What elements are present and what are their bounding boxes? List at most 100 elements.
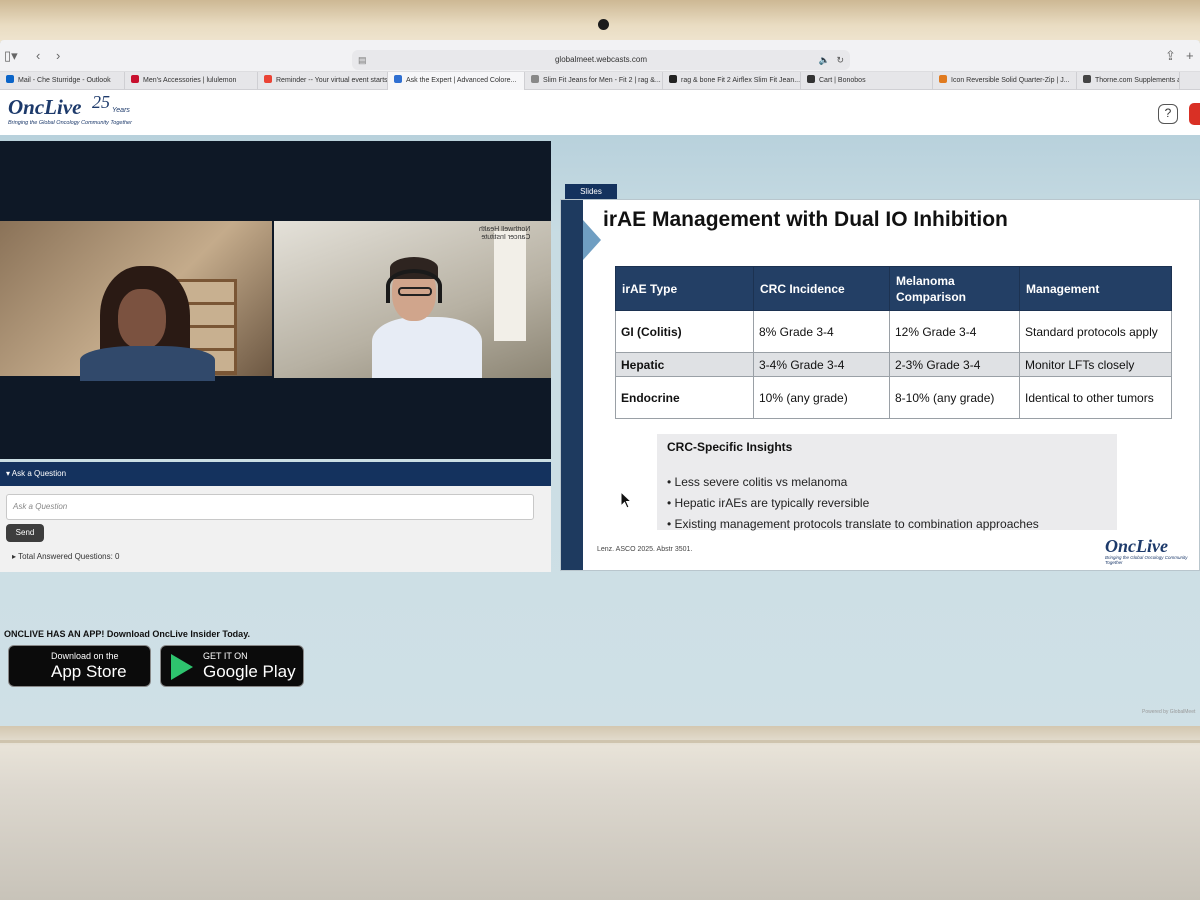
slide-reference: Lenz. ASCO 2025. Abstr 3501.	[597, 546, 693, 553]
column-header: Melanoma Comparison	[889, 266, 1020, 311]
irae-table: irAE Type CRC Incidence Melanoma Compari…	[615, 266, 1172, 419]
table-cell: 3-4% Grade 3-4	[753, 352, 890, 377]
tab-label: Mail - Che Sturridge - Outlook	[18, 77, 111, 84]
share-icon[interactable]: ⇪	[1165, 48, 1176, 64]
powered-by: Powered by GlobalMeet	[1142, 709, 1196, 715]
slide-logo: OncLive Bringing the Global Oncology Com…	[1105, 536, 1199, 565]
new-tab-icon[interactable]: +	[1186, 48, 1194, 63]
question-input[interactable]: Ask a Question	[6, 494, 534, 520]
northwell-logo-line2: Cancer Institute	[481, 234, 531, 241]
url-text: globalmeet.webcasts.com	[554, 55, 648, 64]
pillar	[494, 231, 526, 341]
northwell-logo: Northwell Health Cancer Institute	[479, 226, 530, 242]
slide-logo-wordmark: OncLive	[1105, 536, 1168, 556]
browser-tab[interactable]: Thorne.com Supplements and	[1077, 72, 1180, 90]
logo-wordmark: OncLive	[8, 95, 82, 119]
tab-favicon-icon	[131, 75, 139, 83]
column-header: irAE Type	[615, 266, 754, 311]
tab-label: Reminder -- Your virtual event starts...	[276, 77, 388, 84]
speaker-body	[80, 346, 215, 381]
sidebar-toggle-icon[interactable]: ▯▾	[4, 48, 18, 64]
logo-years-number: 25	[92, 92, 110, 112]
help-button[interactable]: ?	[1158, 104, 1178, 124]
answered-count: 0	[115, 552, 120, 561]
logo-years-label: Years	[112, 107, 130, 114]
google-play-button[interactable]: GET IT ON Google Play	[160, 645, 304, 687]
monitor-chin-edge	[0, 740, 1200, 743]
northwell-logo-line1: Northwell Health	[479, 226, 531, 233]
slide-panel: irAE Management with Dual IO Inhibition …	[560, 199, 1200, 571]
onclive-logo[interactable]: OncLive 25 Years Bringing the Global Onc…	[8, 92, 132, 126]
speaker2-body	[372, 317, 482, 378]
audio-icon[interactable]: 🔈	[819, 50, 830, 70]
table-cell: Endocrine	[615, 376, 754, 419]
tab-label: Men's Accessories | lululemon	[143, 77, 237, 84]
app-store-button[interactable]: Download on the App Store	[8, 645, 151, 687]
tab-favicon-icon	[1083, 75, 1091, 83]
slide-title: irAE Management with Dual IO Inhibition	[603, 208, 1008, 231]
browser-tab[interactable]: Ask the Expert | Advanced Colore...	[388, 72, 525, 90]
monitor-chin	[0, 726, 1200, 900]
browser-tab[interactable]: Men's Accessories | lululemon	[125, 72, 258, 90]
answered-questions-toggle[interactable]: ▸ Total Answered Questions: 0	[12, 552, 120, 561]
send-button[interactable]: Send	[6, 524, 44, 542]
browser-tab[interactable]: Slim Fit Jeans for Men - Fit 2 | rag &..…	[525, 72, 663, 90]
screen: ▯▾ ‹ › ▤ globalmeet.webcasts.com 🔈 ↻ ⇪ +…	[0, 40, 1200, 728]
column-header: CRC Incidence	[753, 266, 890, 311]
address-bar[interactable]: ▤ globalmeet.webcasts.com 🔈 ↻	[352, 50, 850, 70]
browser-tab[interactable]: Reminder -- Your virtual event starts...	[258, 72, 388, 90]
tab-label: Slim Fit Jeans for Men - Fit 2 | rag &..…	[543, 77, 661, 84]
insights-list: • Less severe colitis vs melanoma • Hepa…	[667, 472, 1039, 535]
table-cell: 2-3% Grade 3-4	[889, 352, 1020, 377]
tab-favicon-icon	[939, 75, 947, 83]
browser-tab[interactable]: Cart | Bonobos	[801, 72, 933, 90]
table-cell: Hepatic	[615, 352, 754, 377]
video-player[interactable]: Northwell Health Cancer Institute	[0, 141, 551, 459]
mouse-pointer-icon	[620, 491, 632, 509]
insights-title: CRC-Specific Insights	[667, 440, 793, 454]
app-promo-text: ONCLIVE HAS AN APP! Download OncLive Ins…	[4, 629, 251, 639]
webcam	[598, 19, 609, 30]
slide-accent-stripe	[561, 200, 583, 570]
reload-icon[interactable]: ↻	[836, 50, 844, 70]
table-header-row: irAE Type CRC Incidence Melanoma Compari…	[615, 266, 1172, 311]
table-cell: 12% Grade 3-4	[889, 310, 1020, 353]
page-icon: ▤	[358, 55, 367, 65]
google-play-small-label: GET IT ON	[203, 651, 248, 661]
tab-favicon-icon	[394, 75, 402, 83]
tab-label: Ask the Expert | Advanced Colore...	[406, 77, 517, 84]
browser-tab[interactable]: Icon Reversible Solid Quarter-Zip | J...	[933, 72, 1077, 90]
tab-favicon-icon	[264, 75, 272, 83]
list-item: • Existing management protocols translat…	[667, 517, 1039, 531]
tab-favicon-icon	[669, 75, 677, 83]
answered-label: Total Answered Questions:	[18, 552, 113, 561]
insights-box: CRC-Specific Insights • Less severe coli…	[657, 434, 1117, 531]
speaker-video-right: Northwell Health Cancer Institute	[274, 221, 551, 378]
slides-tab[interactable]: Slides	[565, 184, 617, 200]
browser-tab[interactable]: rag & bone Fit 2 Airflex Slim Fit Jean..…	[663, 72, 801, 90]
tab-bar: Mail - Che Sturridge - Outlook Men's Acce…	[0, 72, 1200, 90]
table-cell: Identical to other tumors	[1019, 376, 1172, 419]
back-icon[interactable]: ‹	[36, 48, 40, 63]
forward-icon[interactable]: ›	[56, 48, 60, 63]
google-play-big-label: Google Play	[203, 662, 296, 681]
logo-tagline: Bringing the Global Oncology Community T…	[8, 120, 132, 126]
ask-question-header[interactable]: ▾ Ask a Question	[0, 462, 551, 486]
table-cell: Standard protocols apply	[1019, 310, 1172, 353]
browser-tab[interactable]: Mail - Che Sturridge - Outlook	[0, 72, 125, 90]
browser-toolbar: ▯▾ ‹ › ▤ globalmeet.webcasts.com 🔈 ↻ ⇪ +	[0, 40, 1200, 72]
exit-button[interactable]	[1189, 103, 1200, 125]
tab-favicon-icon	[807, 75, 815, 83]
slide-accent-arrow	[583, 220, 601, 260]
column-header: Management	[1019, 266, 1172, 311]
tab-label: rag & bone Fit 2 Airflex Slim Fit Jean..…	[681, 77, 801, 84]
table-row: Endocrine 10% (any grade) 8-10% (any gra…	[615, 376, 1172, 419]
tab-favicon-icon	[6, 75, 14, 83]
speaker-video-left	[0, 221, 272, 381]
table-cell: 8-10% (any grade)	[889, 376, 1020, 419]
table-cell: 8% Grade 3-4	[753, 310, 890, 353]
tab-label: Thorne.com Supplements and	[1095, 77, 1180, 84]
site-header: OncLive 25 Years Bringing the Global Onc…	[0, 90, 1200, 135]
list-item: • Less severe colitis vs melanoma	[667, 475, 848, 489]
table-cell: 10% (any grade)	[753, 376, 890, 419]
